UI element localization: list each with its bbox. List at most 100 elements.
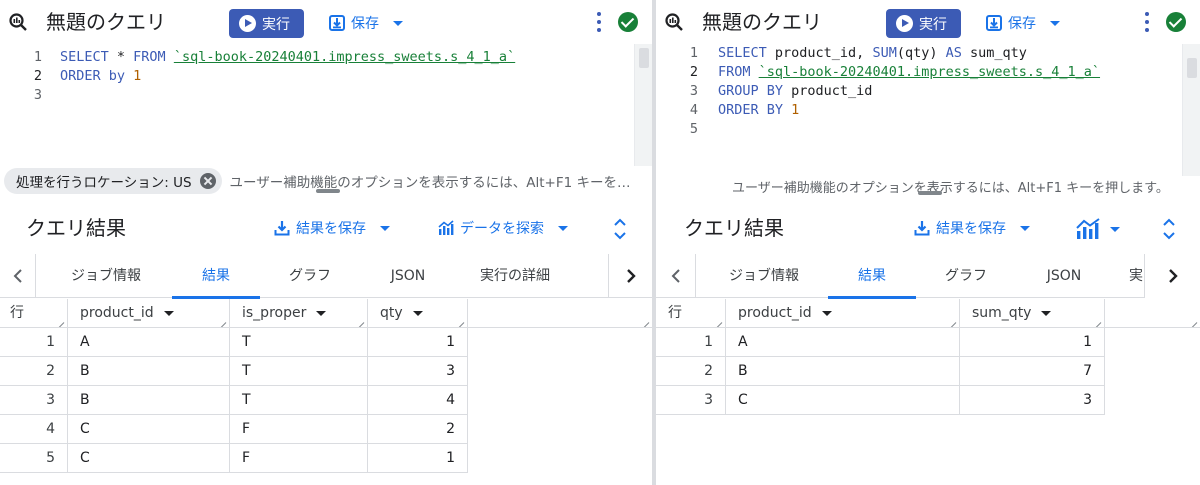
explore-data-button[interactable]: データを探索	[438, 218, 568, 238]
row-number-cell: 1	[0, 328, 68, 357]
line-number: 3	[689, 83, 698, 99]
column-header[interactable]: product_id	[726, 299, 960, 328]
chevron-left-icon	[13, 269, 22, 283]
line-number: 1	[33, 49, 42, 65]
table-cell[interactable]: 4	[368, 386, 468, 415]
right-query-panel: 無題のクエリ 実行 保存 1 2 3 4 5 SELECT product_id…	[656, 0, 1200, 485]
table-cell[interactable]: 2	[368, 415, 468, 444]
play-icon	[896, 15, 913, 32]
code-line-2: FROM `sql-book-20240401.impress_sweets.s…	[718, 64, 1101, 80]
table-cell[interactable]: F	[230, 415, 368, 444]
tab-job-info[interactable]: ジョブ情報	[724, 254, 804, 298]
tab-json[interactable]: JSON	[380, 254, 436, 298]
column-header[interactable]: sum_qty	[960, 299, 1105, 328]
table-cell[interactable]: T	[230, 328, 368, 357]
code-line-2: ORDER by 1	[60, 68, 142, 84]
table-cell[interactable]: 1	[960, 328, 1105, 357]
code-line-1: SELECT * FROM `sql-book-20240401.impress…	[60, 49, 516, 65]
save-results-button[interactable]: 結果を保存	[914, 218, 1030, 238]
save-results-button[interactable]: 結果を保存	[274, 218, 390, 238]
sort-caret-icon	[821, 310, 832, 316]
run-button[interactable]: 実行	[229, 9, 304, 38]
chevron-down-icon	[393, 20, 403, 26]
chart-explore-icon	[1076, 218, 1100, 239]
table-cell[interactable]: T	[230, 357, 368, 386]
location-bar: 処理を行うロケーション: US ユーザー補助機能のオプションを表示するには、Al…	[0, 166, 652, 196]
table-cell[interactable]: F	[230, 444, 368, 473]
tab-job-info[interactable]: ジョブ情報	[66, 254, 146, 298]
chevron-right-icon	[1168, 269, 1178, 283]
close-icon[interactable]	[199, 173, 216, 189]
check-circle-icon	[1166, 12, 1186, 32]
sort-caret-icon	[1041, 310, 1052, 316]
table-cell[interactable]: B	[68, 386, 230, 415]
row-number-cell: 3	[0, 386, 68, 415]
table-cell[interactable]: C	[68, 415, 230, 444]
save-results-label: 結果を保存	[296, 221, 366, 237]
explore-data-button[interactable]	[1076, 218, 1120, 240]
tab-results[interactable]: 結果	[828, 254, 916, 299]
column-header[interactable]: is_proper	[230, 299, 368, 328]
row-number-cell: 3	[656, 386, 726, 415]
table-cell[interactable]: 7	[960, 357, 1105, 386]
table-cell[interactable]: B	[726, 357, 960, 386]
table-cell[interactable]: 1	[368, 444, 468, 473]
results-header: クエリ結果 結果を保存	[656, 206, 1200, 250]
table-cell[interactable]: A	[726, 328, 960, 357]
query-title[interactable]: 無題のクエリ	[702, 8, 822, 36]
table-cell[interactable]: T	[230, 386, 368, 415]
table-cell[interactable]: B	[68, 357, 230, 386]
row-number-cell: 1	[656, 328, 726, 357]
tabs-scroll-right-button[interactable]	[608, 254, 652, 298]
download-icon	[914, 221, 930, 236]
chart-explore-icon	[438, 220, 454, 235]
code-line-1: SELECT product_id, SUM(qty) AS sum_qty	[718, 45, 1027, 61]
location-chip-label: 処理を行うロケーション: US	[16, 175, 192, 191]
column-header[interactable]: 行	[656, 299, 726, 328]
table-cell[interactable]: C	[68, 444, 230, 473]
tabs-scroll-right-button[interactable]	[1144, 254, 1200, 298]
chevron-right-icon	[626, 269, 636, 283]
save-button[interactable]: 保存	[986, 9, 1060, 37]
column-header[interactable]: product_id	[68, 299, 230, 328]
download-icon	[986, 15, 1002, 31]
save-button[interactable]: 保存	[329, 9, 403, 37]
tabs-scroll-left-button[interactable]	[656, 254, 696, 298]
query-title[interactable]: 無題のクエリ	[46, 8, 166, 36]
location-chip[interactable]: 処理を行うロケーション: US	[4, 168, 222, 194]
tab-execution-details[interactable]: 実	[1126, 254, 1146, 298]
sort-caret-icon	[163, 310, 174, 316]
column-header[interactable]: qty	[368, 299, 468, 328]
table-cell[interactable]: 3	[368, 357, 468, 386]
tab-chart[interactable]: グラフ	[280, 254, 340, 298]
line-number: 2	[689, 64, 698, 80]
run-button[interactable]: 実行	[886, 9, 961, 38]
column-header[interactable]: 行	[0, 299, 68, 328]
tab-results[interactable]: 結果	[172, 254, 260, 299]
tabs-scroll-left-button[interactable]	[0, 254, 36, 298]
tab-execution-details[interactable]: 実行の詳細	[466, 254, 564, 298]
resize-handle[interactable]	[918, 191, 942, 195]
sort-caret-icon	[316, 310, 327, 316]
tab-json[interactable]: JSON	[1036, 254, 1092, 298]
more-vert-icon[interactable]	[597, 12, 601, 32]
column-header-filler	[468, 299, 652, 328]
table-cell[interactable]: 3	[960, 386, 1105, 415]
expand-icon[interactable]	[612, 218, 628, 240]
editor-scrollbar[interactable]	[634, 44, 652, 166]
sort-caret-icon	[412, 310, 423, 316]
download-icon	[329, 15, 345, 31]
results-title: クエリ結果	[26, 216, 126, 240]
chevron-down-icon	[558, 225, 568, 231]
editor-scrollbar[interactable]	[1182, 44, 1200, 176]
table-cell[interactable]: 1	[368, 328, 468, 357]
row-number-cell: 4	[0, 415, 68, 444]
table-cell[interactable]: C	[726, 386, 960, 415]
chevron-down-icon	[1020, 225, 1030, 231]
run-button-label: 実行	[919, 16, 947, 33]
tab-chart[interactable]: グラフ	[936, 254, 996, 298]
table-cell[interactable]: A	[68, 328, 230, 357]
expand-icon[interactable]	[1161, 218, 1177, 240]
row-number-cell: 2	[656, 357, 726, 386]
more-vert-icon[interactable]	[1145, 12, 1149, 32]
